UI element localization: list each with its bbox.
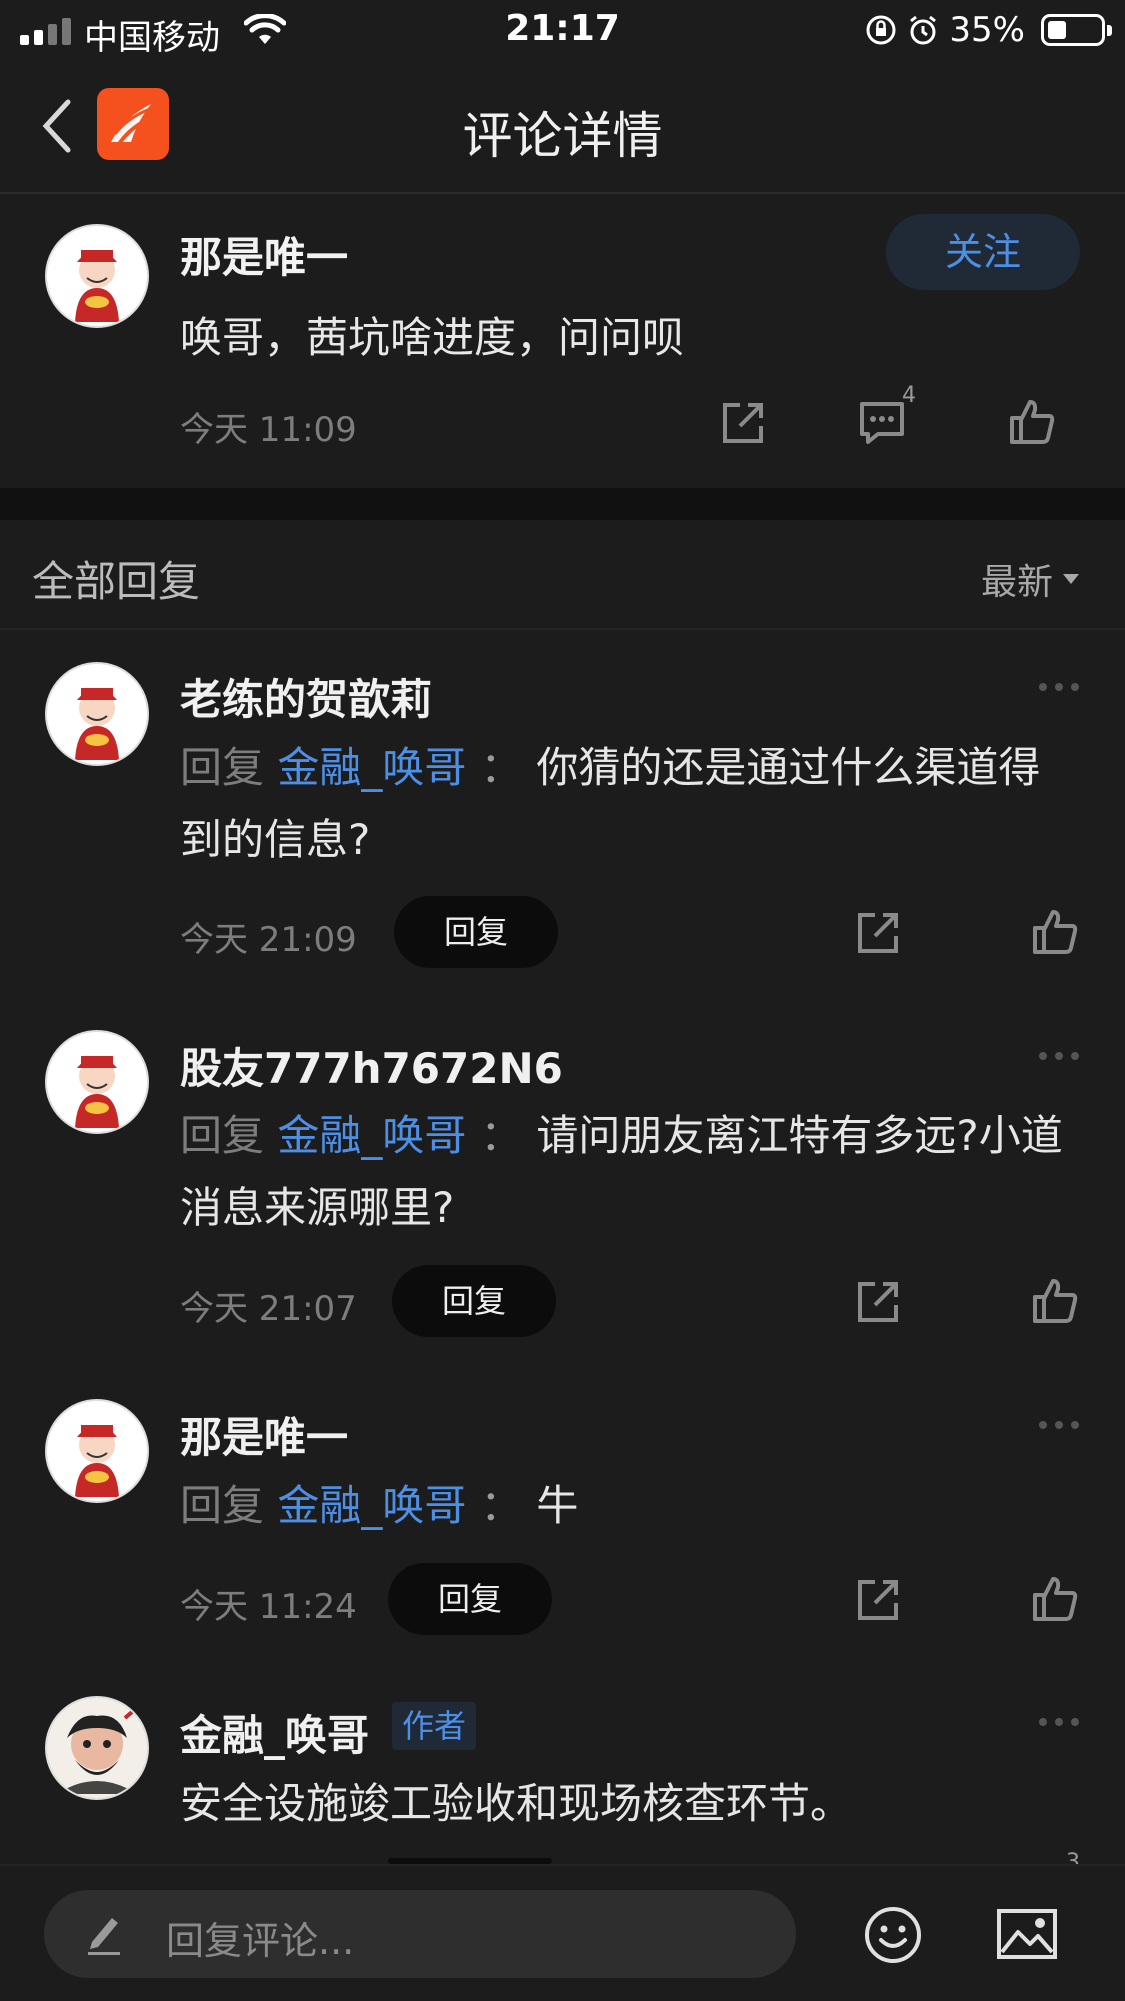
edit-icon xyxy=(88,1918,120,1955)
reply-text: 回复 金融_唤哥：牛 xyxy=(180,1481,579,1530)
more-icon[interactable] xyxy=(1039,1052,1079,1060)
status-bar: 中国移动 21:17 35% xyxy=(0,0,1125,62)
battery-percent: 35% xyxy=(949,10,1025,50)
more-icon[interactable] xyxy=(1039,1718,1079,1726)
reply-input[interactable]: 回复评论... xyxy=(44,1890,796,1978)
battery-icon xyxy=(1041,14,1112,46)
sort-label: 最新 xyxy=(980,562,1053,603)
sort-dropdown[interactable]: 最新 xyxy=(981,553,1079,605)
input-placeholder: 回复评论... xyxy=(166,1919,355,1963)
comment-author[interactable]: 那是唯一 xyxy=(180,224,348,285)
reply-author[interactable]: 股友777h7672N6 xyxy=(180,1035,563,1096)
avatar[interactable] xyxy=(45,1399,149,1503)
avatar[interactable] xyxy=(45,1696,149,1800)
mention-link[interactable]: 金融_唤哥 xyxy=(277,1481,466,1530)
more-icon[interactable] xyxy=(1039,683,1079,691)
caret-down-icon xyxy=(1063,574,1079,584)
share-icon[interactable] xyxy=(855,1279,901,1325)
bottom-bar: 回复评论... xyxy=(0,1864,1125,2001)
rotation-lock-icon xyxy=(866,15,896,45)
page-title: 评论详情 xyxy=(462,107,663,165)
reply-text: 安全设施竣工验收和现场核查环节。 xyxy=(180,1779,853,1828)
nav-bar: 评论详情 xyxy=(0,62,1125,194)
reply-text: 回复 金融_唤哥：你猜的还是通过什么渠道得到的信息? xyxy=(180,743,1041,864)
avatar[interactable] xyxy=(45,1030,149,1134)
like-icon[interactable] xyxy=(1031,1575,1079,1623)
comment-text: 唤哥，茜坑啥进度，问问呗 xyxy=(180,313,685,362)
mention-link[interactable]: 金融_唤哥 xyxy=(277,1111,466,1160)
reply-button[interactable]: 回复 xyxy=(388,1563,552,1635)
mention-link[interactable]: 金融_唤哥 xyxy=(277,743,466,792)
like-icon[interactable] xyxy=(1008,398,1056,446)
reply-text: 回复 金融_唤哥：请问朋友离江特有多远?小道消息来源哪里? xyxy=(180,1111,1063,1232)
like-count: 3 xyxy=(1066,1850,1080,1864)
reply-author[interactable]: 老练的贺歆莉 xyxy=(180,666,432,727)
all-replies-title: 全部回复 xyxy=(32,557,201,606)
reply-count-badge: 4 xyxy=(902,383,916,408)
reply-button[interactable]: 回复 xyxy=(392,1265,556,1337)
section-divider xyxy=(0,488,1125,520)
share-icon[interactable] xyxy=(720,400,766,446)
follow-button[interactable]: 关注 xyxy=(886,214,1080,290)
like-icon[interactable] xyxy=(1031,908,1079,956)
avatar[interactable] xyxy=(45,662,149,766)
share-icon[interactable] xyxy=(855,910,901,956)
like-icon[interactable] xyxy=(1031,1277,1079,1325)
reply-time: 今天 21:07 xyxy=(180,1289,357,1329)
reply-button[interactable]: 回复 xyxy=(394,896,558,968)
comment-time: 今天 11:09 xyxy=(180,410,357,450)
emoji-icon[interactable] xyxy=(864,1906,922,1964)
alarm-icon xyxy=(910,15,937,45)
reply-author[interactable]: 金融_唤哥 xyxy=(180,1702,369,1763)
image-icon[interactable] xyxy=(996,1908,1058,1960)
reply-time: 今天 11:24 xyxy=(180,1587,357,1627)
reply-time: 今天 21:09 xyxy=(180,920,357,960)
author-badge: 作者 xyxy=(392,1702,477,1750)
comment-icon[interactable] xyxy=(858,400,906,446)
share-icon[interactable] xyxy=(855,1577,901,1623)
avatar[interactable] xyxy=(45,224,149,328)
reply-author[interactable]: 那是唯一 xyxy=(180,1404,348,1465)
more-icon[interactable] xyxy=(1039,1421,1079,1429)
